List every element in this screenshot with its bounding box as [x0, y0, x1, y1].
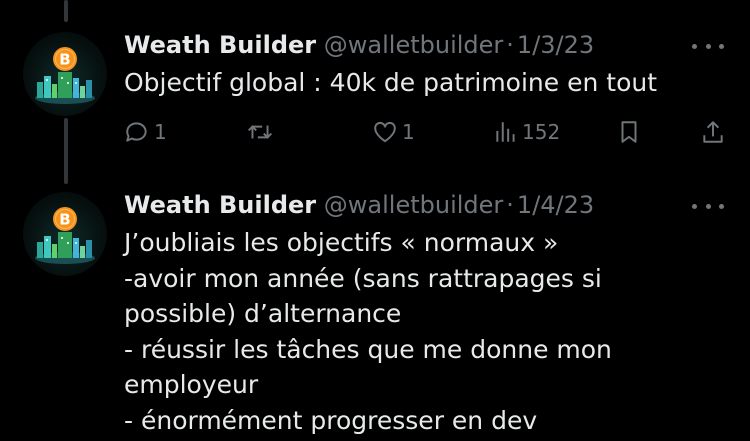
more-icon[interactable] — [692, 36, 724, 56]
views-button[interactable]: 152 — [494, 117, 560, 147]
tweet-line: - réussir les tâches que me donne mon — [124, 334, 612, 364]
avatar[interactable]: B — [23, 192, 107, 276]
retweet-button[interactable] — [246, 117, 274, 147]
reply-count: 1 — [154, 120, 167, 144]
retweet-icon — [248, 125, 272, 139]
views-icon — [496, 122, 515, 142]
author-handle[interactable]: @walletbuilder — [324, 191, 504, 219]
author-handle[interactable]: @walletbuilder — [324, 31, 504, 59]
tweet-line: possible) d’alternance — [124, 299, 402, 328]
tweet[interactable]: B Weath Builder @walletbuilder · 1/4/23 J’… — [0, 170, 750, 441]
bookmark-button[interactable] — [617, 117, 641, 147]
bitcoin-city-logo-icon: B — [35, 47, 95, 104]
tweet-line: Objectif global : 40k de patrimoine en t… — [124, 68, 658, 97]
tweet-line: J’oubliais les objectifs « normaux » — [124, 228, 559, 257]
like-button[interactable]: 1 — [372, 117, 415, 147]
tweet-line: - énormément progresser en dev — [124, 405, 538, 435]
avatar-symbol: B — [59, 211, 70, 229]
like-count: 1 — [402, 120, 415, 144]
avatar[interactable]: B — [23, 32, 107, 116]
tweet-line: -avoir mon année (sans rattrapages si — [124, 263, 602, 293]
more-icon[interactable] — [692, 196, 724, 216]
avatar-symbol: B — [59, 51, 70, 69]
tweet-actions: 1 1 152 — [124, 117, 734, 147]
view-count: 152 — [522, 120, 561, 144]
author-name[interactable]: Weath Builder — [124, 31, 316, 59]
tweet-text: Objectif global : 40k de patrimoine en t… — [124, 65, 734, 101]
reply-icon — [126, 122, 147, 142]
tweet-header: Weath Builder @walletbuilder · 1/4/23 — [124, 190, 594, 220]
tweet-text: J’oubliais les objectifs « normaux » -av… — [124, 225, 734, 438]
meta-separator: · — [506, 191, 514, 219]
meta-separator: · — [506, 31, 514, 59]
share-button[interactable] — [700, 117, 726, 147]
tweet-date[interactable]: 1/3/23 — [517, 31, 594, 59]
reply-button[interactable]: 1 — [124, 117, 167, 147]
bitcoin-city-logo-icon: B — [35, 207, 95, 264]
bookmark-icon — [621, 121, 637, 143]
like-icon — [374, 121, 396, 143]
tweet-line: employeur — [124, 370, 259, 399]
author-name[interactable]: Weath Builder — [124, 191, 316, 219]
share-icon — [703, 121, 723, 143]
tweet-date[interactable]: 1/4/23 — [517, 191, 594, 219]
tweet-header: Weath Builder @walletbuilder · 1/3/23 — [124, 30, 594, 60]
tweet[interactable]: B Weath Builder @walletbuilder · 1/3/23 Ob… — [0, 0, 750, 170]
